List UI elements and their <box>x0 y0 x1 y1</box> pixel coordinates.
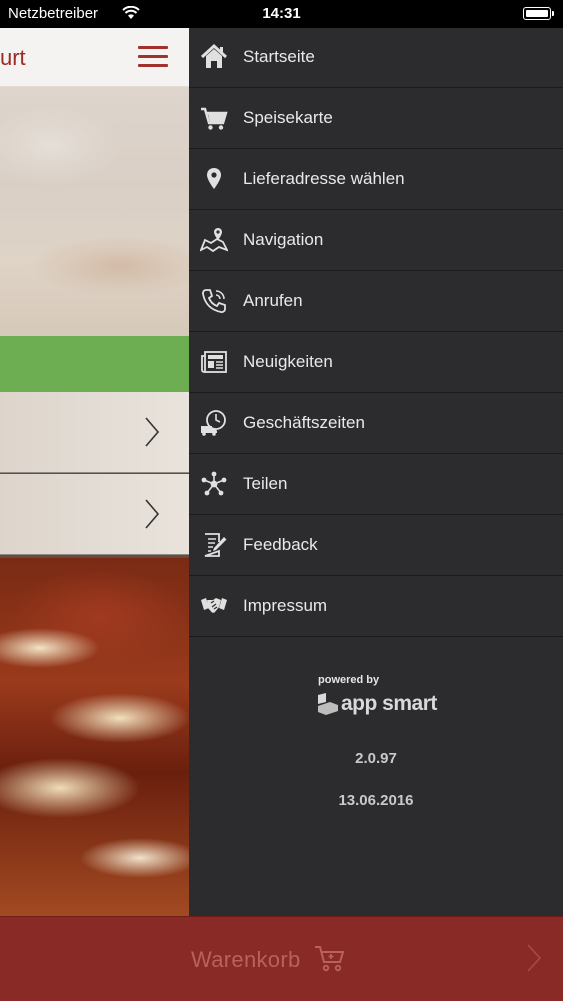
location-pin-icon <box>207 168 221 189</box>
menu-item-navigation[interactable]: Navigation <box>189 211 563 271</box>
map-icon <box>200 228 228 253</box>
menu-item-feedback[interactable]: Feedback <box>189 516 563 576</box>
feedback-icon <box>204 533 227 557</box>
app-header: urt <box>0 28 189 87</box>
powered-by-label: powered by <box>318 674 380 686</box>
menu-item-speisekarte[interactable]: Speisekarte <box>189 89 563 149</box>
cart-label: Warenkorb <box>191 947 301 972</box>
shopping-cart-icon <box>315 946 345 972</box>
menu-item-label: Impressum <box>243 596 328 615</box>
menu-item-label: Feedback <box>243 535 318 554</box>
battery-tip <box>552 11 554 16</box>
news-icon <box>201 351 227 373</box>
food-image <box>0 558 189 916</box>
navigation-drawer: Startseite Speisekarte Lieferadresse wäh… <box>189 28 563 916</box>
status-bar: Netzbetreiber 14:31 <box>0 0 563 28</box>
menu-item-label: Navigation <box>243 230 324 249</box>
app-title: urt <box>0 45 26 70</box>
green-banner[interactable] <box>0 336 189 392</box>
menu-item-label: Startseite <box>243 47 315 66</box>
menu-item-startseite[interactable]: Startseite <box>189 28 563 88</box>
menu-item-teilen[interactable]: Teilen <box>189 455 563 515</box>
clock-time: 14:31 <box>262 5 301 22</box>
handshake-icon <box>201 598 227 613</box>
app-content: urt <box>0 28 189 916</box>
hamburger-menu-icon[interactable] <box>138 46 168 68</box>
delivery-clock-icon <box>201 410 226 436</box>
app-version: 2.0.97 <box>355 750 397 767</box>
list-item[interactable] <box>0 392 189 473</box>
chevron-right-icon <box>145 499 160 529</box>
cart-icon <box>201 107 228 130</box>
battery-icon <box>523 7 551 20</box>
chevron-right-icon <box>527 944 542 972</box>
menu-item-anrufen[interactable]: Anrufen <box>189 272 563 332</box>
menu-item-label: Neuigkeiten <box>243 352 333 371</box>
appsmart-logo-icon <box>318 693 338 715</box>
menu-item-neuigkeiten[interactable]: Neuigkeiten <box>189 333 563 393</box>
menu-item-lieferadresse[interactable]: Lieferadresse wählen <box>189 150 563 210</box>
menu-item-impressum[interactable]: Impressum <box>189 577 563 637</box>
menu-item-label: Lieferadresse wählen <box>243 169 405 188</box>
list-item[interactable] <box>0 474 189 555</box>
home-icon <box>200 43 228 68</box>
brand-name: app smart <box>341 692 437 715</box>
menu-item-label: Geschäftszeiten <box>243 413 365 432</box>
menu-item-geschaeftszeiten[interactable]: Geschäftszeiten <box>189 394 563 454</box>
phone-icon <box>202 289 226 313</box>
cart-bar[interactable]: Warenkorb <box>0 916 563 1001</box>
share-icon <box>201 471 227 496</box>
menu-item-label: Speisekarte <box>243 108 333 127</box>
chevron-right-icon <box>145 417 160 447</box>
menu-item-label: Anrufen <box>243 291 303 310</box>
menu-item-label: Teilen <box>243 474 288 493</box>
hero-food-image <box>0 86 189 336</box>
release-date: 13.06.2016 <box>338 792 414 809</box>
